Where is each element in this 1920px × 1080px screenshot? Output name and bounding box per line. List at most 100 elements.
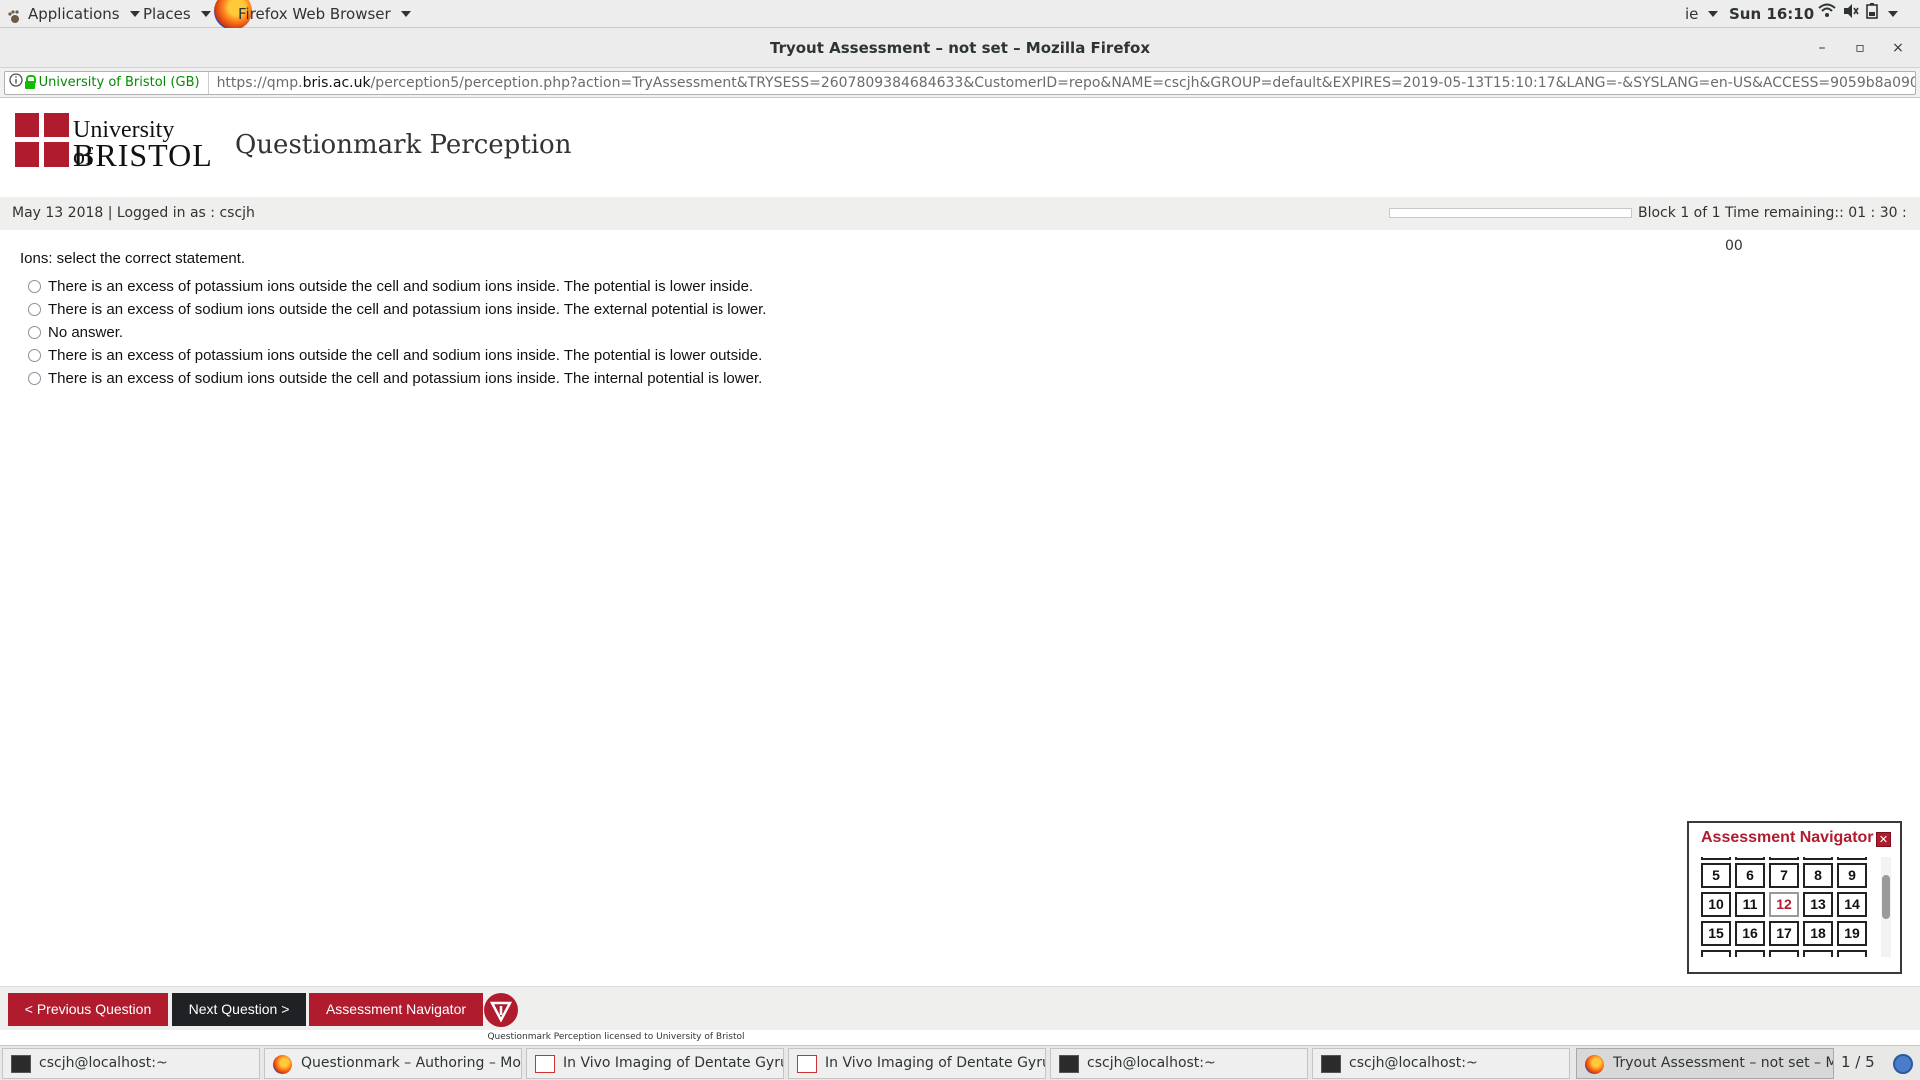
radio-button[interactable] [28,280,41,293]
taskbar-item-label: Questionmark – Authoring – Mozil... [301,1055,521,1071]
question-number-button[interactable] [1837,950,1867,957]
question-number-button[interactable] [1837,857,1867,860]
question-number-button[interactable]: 7 [1769,863,1799,888]
pdf-document-icon [797,1055,817,1073]
workspace-indicator[interactable]: 1 / 5 [1841,1045,1875,1080]
lock-icon [25,75,36,89]
question-number-button[interactable]: 17 [1769,921,1799,946]
taskbar-item[interactable]: cscjh@localhost:~ [1312,1048,1570,1079]
firefox-app-label: Firefox Web Browser [238,5,391,23]
window-title-bar: Tryout Assessment – not set – Mozilla Fi… [0,28,1920,68]
next-question-button[interactable]: Next Question > [172,993,306,1026]
answer-option-label: There is an excess of sodium ions outsid… [48,301,767,318]
question-number-button[interactable]: 16 [1735,921,1765,946]
taskbar-item[interactable]: In Vivo Imaging of Dentate Gyrus... [788,1048,1046,1079]
scrollbar-thumb[interactable] [1882,875,1890,919]
site-identity[interactable]: University of Bristol (GB) [39,72,209,94]
question-number-button[interactable]: 5 [1701,863,1731,888]
question-number-button[interactable]: 11 [1735,892,1765,917]
question-number-button[interactable]: 9 [1837,863,1867,888]
taskbar-item[interactable]: In Vivo Imaging of Dentate Gyrus... [526,1048,784,1079]
places-menu[interactable]: Places [143,0,211,28]
radio-button[interactable] [28,349,41,362]
session-info-bar: May 13 2018 | Logged in as : cscjh Block… [0,197,1920,254]
taskbar-item-label: Tryout Assessment – not set – M... [1613,1055,1834,1071]
input-method-menu[interactable]: ie [1685,0,1719,28]
answer-option[interactable]: There is an excess of potassium ions out… [28,275,753,298]
url-prefix: https://qmp. [216,75,303,91]
answer-option[interactable]: There is an excess of potassium ions out… [28,344,762,367]
question-number-button[interactable] [1803,950,1833,957]
answer-option-label: There is an excess of potassium ions out… [48,278,754,295]
firefox-icon [1585,1055,1604,1074]
previous-question-button[interactable]: < Previous Question [8,993,168,1026]
question-number-button[interactable]: 12 [1769,892,1799,917]
block-indicator: Block 1 of 1 [1638,205,1721,221]
taskbar-item-label: cscjh@localhost:~ [39,1055,168,1071]
url-path: /perception5/perception.php?action=TryAs… [370,75,1915,91]
assessment-navigator-button[interactable]: Assessment Navigator [309,993,483,1026]
window-title: Tryout Assessment – not set – Mozilla Fi… [769,39,1151,57]
question-number-button[interactable]: 18 [1803,921,1833,946]
taskbar-item-label: In Vivo Imaging of Dentate Gyrus... [825,1055,1045,1071]
taskbar-item[interactable]: cscjh@localhost:~ [1050,1048,1308,1079]
university-logo: University of BRISTOL [15,113,212,173]
answer-option[interactable]: There is an excess of sodium ions outsid… [28,367,762,390]
battery-icon [1866,0,1878,28]
url-domain: bris.ac.uk [302,75,371,91]
question-number-button[interactable] [1735,950,1765,957]
taskbar-item-label: In Vivo Imaging of Dentate Gyrus... [563,1055,783,1071]
question-number-button[interactable]: 15 [1701,921,1731,946]
taskbar-item-label: cscjh@localhost:~ [1349,1055,1478,1071]
question-number-button[interactable]: 19 [1837,921,1867,946]
navigation-toolbar: University of Bristol (GB) https://qmp.b… [0,68,1920,98]
radio-button[interactable] [28,372,41,385]
close-window-button[interactable]: × [1883,28,1913,68]
taskbar-item[interactable]: Questionmark – Authoring – Mozil... [264,1048,522,1079]
navigator-scrollbar[interactable] [1881,857,1891,957]
question-stem: Ions: select the correct statement. [20,250,246,267]
applications-menu[interactable]: Applications [6,0,140,28]
question-number-button[interactable]: 13 [1803,892,1833,917]
minimize-button[interactable]: – [1807,28,1837,68]
question-number-button[interactable] [1701,950,1731,957]
answer-option[interactable]: No answer. [28,321,123,344]
question-number-button[interactable] [1735,857,1765,860]
question-number-button[interactable] [1701,857,1731,860]
taskbar-item-active[interactable]: Tryout Assessment – not set – M... [1576,1048,1834,1079]
session-info: May 13 2018 | Logged in as : cscjh [12,205,255,221]
answer-option[interactable]: There is an excess of sodium ions outsid… [28,298,766,321]
wifi-icon [1818,0,1836,28]
radio-button[interactable] [28,326,41,339]
clock[interactable]: Sun 16:10 [1729,0,1814,28]
maximize-button[interactable]: ▫ [1845,28,1875,68]
window-list-taskbar: cscjh@localhost:~ Questionmark – Authori… [0,1045,1920,1080]
questionmark-logo-icon[interactable] [484,993,518,1027]
taskbar-item-label: cscjh@localhost:~ [1087,1055,1216,1071]
answer-option-label: There is an excess of potassium ions out… [48,347,763,364]
notification-icon[interactable] [1893,1054,1913,1074]
progress-bar [1389,208,1632,218]
system-top-bar: Applications Places Firefox Web Browser … [0,0,1920,30]
taskbar-item[interactable]: cscjh@localhost:~ [2,1048,260,1079]
url-text[interactable]: https://qmp.bris.ac.uk/perception5/perce… [217,72,1915,94]
question-number-button[interactable]: 6 [1735,863,1765,888]
url-bar[interactable]: University of Bristol (GB) https://qmp.b… [4,71,1916,95]
question-number-button[interactable]: 14 [1837,892,1867,917]
license-notice: Questionmark Perception licensed to Univ… [487,1032,745,1042]
logo-line2: BRISTOL [73,137,213,173]
chevron-down-icon [400,11,411,17]
question-number-button[interactable] [1769,950,1799,957]
question-number-button[interactable] [1769,857,1799,860]
info-icon[interactable] [9,72,23,94]
chevron-down-icon [1888,11,1898,17]
system-status-menu[interactable] [1818,0,1898,28]
question-number-button[interactable]: 10 [1701,892,1731,917]
close-icon[interactable]: ✕ [1876,832,1891,847]
radio-button[interactable] [28,303,41,316]
chevron-down-icon [1708,11,1719,17]
question-number-button[interactable] [1803,857,1833,860]
navigator-title: Assessment Navigator [1701,829,1874,846]
question-number-button[interactable]: 8 [1803,863,1833,888]
firefox-app-menu[interactable]: Firefox Web Browser [238,0,411,28]
